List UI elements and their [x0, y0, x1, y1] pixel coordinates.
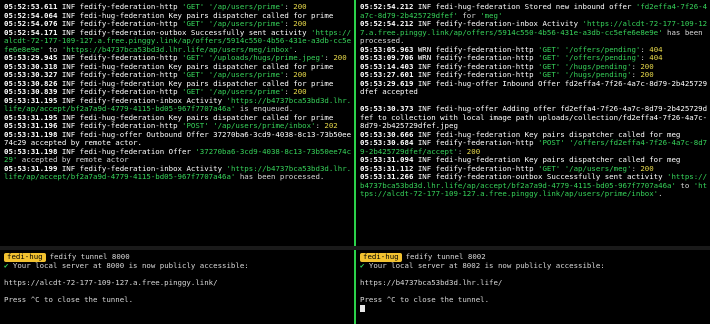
log-line: 05:53:31.195 INF fedify-federation-inbox… [4, 96, 352, 114]
tunnel-status: Your local server at 8000 is now publicl… [12, 260, 249, 270]
log-segment: 'POST' [538, 138, 565, 147]
log-line: 05:52:54.212 INF fedi-hug-federation Sto… [360, 2, 708, 20]
log-line: 05:53:31.199 INF fedify-federation-inbox… [4, 164, 352, 182]
log-output: 05:52:53.611 INF fedify-federation-http … [4, 2, 352, 182]
tunnel-status-line: ✔ Your local server at 8002 is now publi… [360, 260, 708, 271]
cursor-line [360, 304, 708, 313]
log-output: 05:52:54.212 INF fedi-hug-federation Sto… [360, 2, 708, 199]
check-icon: ✔ [4, 260, 9, 270]
log-line: 05:53:31.266 INF fedify-federation-outbo… [360, 172, 708, 199]
pane-divider-vertical[interactable] [354, 0, 356, 324]
log-line: 05:53:30.684 INF fedify-federation-http … [360, 138, 708, 156]
log-line: 05:53:31.198 INF fedi-hug-offer Outbound… [4, 129, 352, 148]
log-segment: has been processed. [235, 172, 325, 181]
log-segment: INF fedi-hug-offer Adding offer fd2effa4… [360, 104, 708, 130]
close-hint: Press ^C to close the tunnel. [360, 294, 490, 304]
log-segment: 200 [333, 53, 347, 62]
terminal-pane-top-left[interactable]: 05:52:53.611 INF fedify-federation-http … [0, 0, 354, 246]
log-line: 05:53:30.373 INF fedi-hug-offer Adding o… [360, 104, 708, 131]
log-segment: INF fedi-hug-offer Inbound Offer fd2effa… [360, 78, 708, 96]
close-hint: Press ^C to close the tunnel. [4, 294, 134, 304]
tunnel-url[interactable]: https://alcdt-72-177-109-127.a.free.ping… [4, 278, 352, 288]
tunnel-url[interactable]: https://b4737bca53bd3d.lhr.life/ [360, 278, 708, 288]
terminal-pane-bottom-left[interactable]: fedi-hug fedify tunnel 8000 ✔ Your local … [0, 250, 354, 324]
terminal-pane-bottom-right[interactable]: fedi-hug fedify tunnel 8002 ✔ Your local … [356, 250, 710, 324]
pane-divider-horizontal[interactable] [0, 246, 710, 250]
log-line: 05:52:54.171 INF fedify-federation-outbo… [4, 28, 352, 55]
log-line: 05:52:54.212 INF fedify-federation-inbox… [360, 19, 708, 46]
terminal-pane-top-right[interactable]: 05:52:54.212 INF fedi-hug-federation Sto… [356, 0, 710, 246]
log-line: 05:53:31.198 INF fedi-hug-federation Off… [4, 147, 352, 165]
log-segment: INF fedi-hug-offer Outbound Offer 37270b… [4, 129, 352, 147]
check-icon: ✔ [360, 260, 365, 270]
text-cursor [360, 304, 365, 312]
log-segment: . [658, 189, 663, 198]
tunnel-status: Your local server at 8002 is now publicl… [368, 260, 605, 270]
log-segment: to [675, 180, 694, 190]
log-line: 05:53:29.619 INF fedi-hug-offer Inbound … [360, 78, 708, 97]
tunnel-status-line: ✔ Your local server at 8000 is now publi… [4, 260, 352, 271]
